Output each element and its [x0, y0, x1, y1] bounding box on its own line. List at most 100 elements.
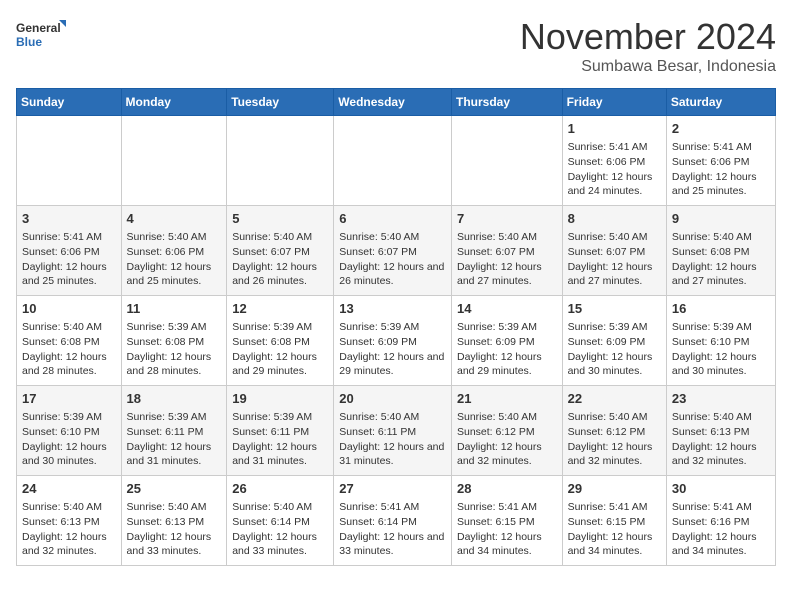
calendar-cell: 22 Sunrise: 5:40 AM Sunset: 6:12 PM Dayli… [562, 386, 666, 476]
day-info: Sunrise: 5:39 AM Sunset: 6:10 PM Dayligh… [672, 320, 770, 379]
day-info: Sunrise: 5:40 AM Sunset: 6:13 PM Dayligh… [22, 500, 116, 559]
location-subtitle: Sumbawa Besar, Indonesia [520, 58, 776, 76]
col-header-wednesday: Wednesday [334, 89, 452, 116]
calendar-cell: 24 Sunrise: 5:40 AM Sunset: 6:13 PM Dayli… [17, 476, 122, 566]
day-number: 30 [672, 480, 770, 498]
day-info: Sunrise: 5:41 AM Sunset: 6:16 PM Dayligh… [672, 500, 770, 559]
day-number: 7 [457, 210, 557, 228]
day-number: 9 [672, 210, 770, 228]
day-info: Sunrise: 5:39 AM Sunset: 6:08 PM Dayligh… [127, 320, 222, 379]
day-info: Sunrise: 5:40 AM Sunset: 6:11 PM Dayligh… [339, 410, 446, 469]
day-number: 29 [568, 480, 661, 498]
day-number: 27 [339, 480, 446, 498]
page-header: General Blue November 2024 Sumbawa Besar… [16, 16, 776, 76]
calendar-cell: 28Sunrise: 5:41 AM Sunset: 6:15 PM Dayli… [451, 476, 562, 566]
day-info: Sunrise: 5:40 AM Sunset: 6:06 PM Dayligh… [127, 230, 222, 289]
day-number: 3 [22, 210, 116, 228]
day-number: 17 [22, 390, 116, 408]
calendar-cell: 16 Sunrise: 5:39 AM Sunset: 6:10 PM Dayli… [666, 296, 775, 386]
calendar-cell [451, 116, 562, 206]
calendar-cell: 3 Sunrise: 5:41 AM Sunset: 6:06 PM Daylig… [17, 206, 122, 296]
day-info: Sunrise: 5:39 AM Sunset: 6:10 PM Dayligh… [22, 410, 116, 469]
col-header-sunday: Sunday [17, 89, 122, 116]
calendar-cell: 25 Sunrise: 5:40 AM Sunset: 6:13 PM Dayli… [121, 476, 227, 566]
day-number: 18 [127, 390, 222, 408]
calendar-cell: 17 Sunrise: 5:39 AM Sunset: 6:10 PM Dayli… [17, 386, 122, 476]
calendar-cell: 20Sunrise: 5:40 AM Sunset: 6:11 PM Dayli… [334, 386, 452, 476]
day-number: 14 [457, 300, 557, 318]
calendar-cell: 19 Sunrise: 5:39 AM Sunset: 6:11 PM Dayli… [227, 386, 334, 476]
col-header-monday: Monday [121, 89, 227, 116]
day-info: Sunrise: 5:41 AM Sunset: 6:06 PM Dayligh… [568, 140, 661, 199]
day-info: Sunrise: 5:41 AM Sunset: 6:06 PM Dayligh… [672, 140, 770, 199]
calendar-cell: 15 Sunrise: 5:39 AM Sunset: 6:09 PM Dayli… [562, 296, 666, 386]
day-info: Sunrise: 5:39 AM Sunset: 6:11 PM Dayligh… [232, 410, 328, 469]
day-number: 12 [232, 300, 328, 318]
calendar-cell: 9 Sunrise: 5:40 AM Sunset: 6:08 PM Daylig… [666, 206, 775, 296]
logo-svg: General Blue [16, 16, 66, 56]
day-info: Sunrise: 5:40 AM Sunset: 6:08 PM Dayligh… [672, 230, 770, 289]
col-header-tuesday: Tuesday [227, 89, 334, 116]
day-number: 15 [568, 300, 661, 318]
day-info: Sunrise: 5:40 AM Sunset: 6:12 PM Dayligh… [568, 410, 661, 469]
calendar-cell: 5Sunrise: 5:40 AM Sunset: 6:07 PM Daylig… [227, 206, 334, 296]
logo: General Blue [16, 16, 66, 56]
day-number: 2 [672, 120, 770, 138]
col-header-friday: Friday [562, 89, 666, 116]
day-number: 19 [232, 390, 328, 408]
day-number: 6 [339, 210, 446, 228]
svg-text:Blue: Blue [16, 35, 42, 49]
calendar-cell: 8Sunrise: 5:40 AM Sunset: 6:07 PM Daylig… [562, 206, 666, 296]
calendar-cell: 2 Sunrise: 5:41 AM Sunset: 6:06 PM Daylig… [666, 116, 775, 206]
calendar-cell: 23 Sunrise: 5:40 AM Sunset: 6:13 PM Dayli… [666, 386, 775, 476]
title-block: November 2024 Sumbawa Besar, Indonesia [520, 16, 776, 76]
day-info: Sunrise: 5:40 AM Sunset: 6:13 PM Dayligh… [672, 410, 770, 469]
calendar-cell [227, 116, 334, 206]
month-title: November 2024 [520, 16, 776, 58]
calendar-cell: 27 Sunrise: 5:41 AM Sunset: 6:14 PM Dayli… [334, 476, 452, 566]
day-number: 22 [568, 390, 661, 408]
calendar-cell: 10 Sunrise: 5:40 AM Sunset: 6:08 PM Dayli… [17, 296, 122, 386]
col-header-saturday: Saturday [666, 89, 775, 116]
calendar-cell [334, 116, 452, 206]
calendar-table: SundayMondayTuesdayWednesdayThursdayFrid… [16, 88, 776, 566]
day-info: Sunrise: 5:41 AM Sunset: 6:06 PM Dayligh… [22, 230, 116, 289]
day-info: Sunrise: 5:39 AM Sunset: 6:08 PM Dayligh… [232, 320, 328, 379]
day-info: Sunrise: 5:41 AM Sunset: 6:15 PM Dayligh… [568, 500, 661, 559]
day-number: 13 [339, 300, 446, 318]
day-number: 28 [457, 480, 557, 498]
day-info: Sunrise: 5:40 AM Sunset: 6:08 PM Dayligh… [22, 320, 116, 379]
day-number: 5 [232, 210, 328, 228]
calendar-cell: 4 Sunrise: 5:40 AM Sunset: 6:06 PM Daylig… [121, 206, 227, 296]
day-info: Sunrise: 5:41 AM Sunset: 6:14 PM Dayligh… [339, 500, 446, 559]
calendar-cell: 7 Sunrise: 5:40 AM Sunset: 6:07 PM Daylig… [451, 206, 562, 296]
calendar-cell: 30 Sunrise: 5:41 AM Sunset: 6:16 PM Dayli… [666, 476, 775, 566]
day-info: Sunrise: 5:40 AM Sunset: 6:07 PM Dayligh… [339, 230, 446, 289]
day-info: Sunrise: 5:39 AM Sunset: 6:09 PM Dayligh… [339, 320, 446, 379]
day-info: Sunrise: 5:40 AM Sunset: 6:12 PM Dayligh… [457, 410, 557, 469]
day-info: Sunrise: 5:40 AM Sunset: 6:13 PM Dayligh… [127, 500, 222, 559]
calendar-cell: 18Sunrise: 5:39 AM Sunset: 6:11 PM Dayli… [121, 386, 227, 476]
day-info: Sunrise: 5:39 AM Sunset: 6:09 PM Dayligh… [457, 320, 557, 379]
day-number: 11 [127, 300, 222, 318]
calendar-cell: 14 Sunrise: 5:39 AM Sunset: 6:09 PM Dayli… [451, 296, 562, 386]
calendar-cell: 6 Sunrise: 5:40 AM Sunset: 6:07 PM Daylig… [334, 206, 452, 296]
day-number: 24 [22, 480, 116, 498]
calendar-cell: 12 Sunrise: 5:39 AM Sunset: 6:08 PM Dayli… [227, 296, 334, 386]
day-info: Sunrise: 5:40 AM Sunset: 6:14 PM Dayligh… [232, 500, 328, 559]
calendar-cell: 21 Sunrise: 5:40 AM Sunset: 6:12 PM Dayli… [451, 386, 562, 476]
day-number: 25 [127, 480, 222, 498]
day-number: 21 [457, 390, 557, 408]
day-info: Sunrise: 5:39 AM Sunset: 6:09 PM Dayligh… [568, 320, 661, 379]
calendar-cell: 11 Sunrise: 5:39 AM Sunset: 6:08 PM Dayli… [121, 296, 227, 386]
day-number: 10 [22, 300, 116, 318]
svg-text:General: General [16, 21, 61, 35]
day-number: 16 [672, 300, 770, 318]
calendar-cell [121, 116, 227, 206]
day-number: 26 [232, 480, 328, 498]
day-number: 4 [127, 210, 222, 228]
day-number: 23 [672, 390, 770, 408]
calendar-cell: 29 Sunrise: 5:41 AM Sunset: 6:15 PM Dayli… [562, 476, 666, 566]
day-info: Sunrise: 5:40 AM Sunset: 6:07 PM Dayligh… [457, 230, 557, 289]
calendar-cell: 13 Sunrise: 5:39 AM Sunset: 6:09 PM Dayli… [334, 296, 452, 386]
